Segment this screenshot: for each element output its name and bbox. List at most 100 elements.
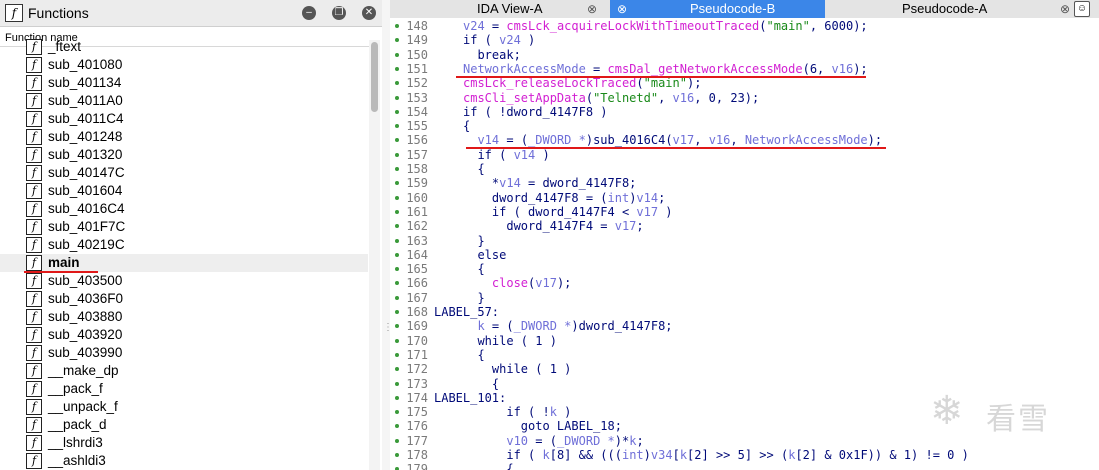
- function-name: sub_401134: [48, 75, 122, 90]
- function-row[interactable]: f sub_40219C: [0, 236, 368, 254]
- tab-overflow-icon[interactable]: ☺: [1074, 1, 1090, 17]
- tab-pseudocode-b[interactable]: Pseudocode-B ⊗: [610, 0, 825, 18]
- code-token: =: [484, 19, 507, 33]
- tab-ida-view-a[interactable]: IDA View-A ⊗: [390, 0, 605, 18]
- function-row[interactable]: f __ashldi3: [0, 452, 368, 470]
- function-name: sub_403880: [48, 309, 123, 324]
- code-token: [2] >> 5] >> (: [687, 448, 789, 462]
- code-token: );: [867, 133, 883, 148]
- function-row[interactable]: f sub_401F7C: [0, 218, 368, 236]
- function-row[interactable]: f __pack_f: [0, 380, 368, 398]
- panel-splitter[interactable]: ⋮: [382, 0, 393, 470]
- function-row[interactable]: f sub_4016C4: [0, 200, 368, 218]
- function-name: sub_4011A0: [48, 93, 123, 108]
- function-row[interactable]: f sub_401320: [0, 146, 368, 164]
- function-name: sub_401320: [48, 147, 123, 162]
- code-text: close(v17);: [463, 276, 572, 291]
- code-token: v16: [831, 61, 854, 76]
- function-row[interactable]: f sub_403880: [0, 308, 368, 326]
- code-token: _DWORD *: [513, 319, 572, 334]
- code-token: ): [658, 204, 673, 219]
- code-token: _DWORD *: [556, 433, 615, 448]
- function-row[interactable]: f sub_4011A0: [0, 92, 368, 110]
- code-token: v10: [506, 433, 529, 448]
- code-text: NetworkAccessMode = cmsDal_getNetworkAcc…: [463, 62, 868, 76]
- function-name: sub_40219C: [48, 237, 125, 252]
- function-row[interactable]: f sub_403920: [0, 326, 368, 344]
- code-token: close: [491, 276, 529, 291]
- tab-pseudocode-a[interactable]: Pseudocode-A ⊗: [830, 0, 1075, 18]
- code-text: while ( 1 ): [463, 362, 571, 376]
- function-name: __ashldi3: [48, 453, 106, 468]
- function-name: sub_401604: [48, 183, 123, 198]
- function-name: sub_401F7C: [48, 219, 126, 234]
- line-number: 148: [406, 19, 428, 33]
- function-row[interactable]: f sub_4011C4: [0, 110, 368, 128]
- code-token: _DWORD *: [528, 133, 586, 148]
- code-text: {: [463, 347, 485, 362]
- function-icon: f: [26, 93, 42, 109]
- function-row[interactable]: f __unpack_f: [0, 398, 368, 416]
- line-number: 173: [406, 376, 428, 391]
- function-name: sub_4036F0: [48, 291, 124, 306]
- function-icon: f: [26, 39, 42, 55]
- code-token: v16: [672, 90, 695, 105]
- line-number: 178: [406, 448, 428, 462]
- code-token: {: [463, 347, 485, 362]
- line-number: 179: [406, 462, 428, 470]
- code-text: while ( 1 ): [463, 334, 556, 348]
- function-row[interactable]: f __pack_d: [0, 416, 368, 434]
- code-token: )dword_4147F8;: [571, 319, 673, 334]
- code-token: ): [535, 147, 550, 162]
- function-row[interactable]: f sub_401134: [0, 74, 368, 92]
- close-icon[interactable]: ✕: [362, 6, 376, 20]
- code-token: dword_4147F4 =: [463, 219, 615, 234]
- code-text: v14 = (_DWORD *)sub_4016C4(v17, v16, Net…: [463, 133, 882, 147]
- function-icon: f: [26, 327, 42, 343]
- function-icon: f: [26, 309, 42, 325]
- code-token: "Telnetd": [593, 90, 659, 105]
- code-token: LABEL_57:: [434, 305, 500, 319]
- tab-close-icon[interactable]: ⊗: [587, 0, 597, 18]
- function-icon: f: [26, 399, 42, 415]
- code-token: }: [463, 290, 485, 305]
- code-token: else: [463, 247, 507, 262]
- watermark-text: 看雪: [986, 403, 1050, 436]
- code-token: if ( dword_4147F4 <: [463, 204, 637, 219]
- code-token: int: [621, 448, 644, 462]
- function-row[interactable]: f sub_403990: [0, 344, 368, 362]
- line-number: 161: [406, 204, 428, 219]
- tab-close-icon[interactable]: ⊗: [617, 0, 627, 18]
- code-token: {: [463, 162, 485, 176]
- code-token: [2] & 0x1F)) & 1) != 0 ): [795, 448, 969, 462]
- function-row[interactable]: f _ftext: [0, 38, 368, 56]
- function-list-scroll-thumb[interactable]: [371, 42, 378, 112]
- code-token: *: [463, 176, 500, 191]
- code-text: {: [463, 377, 499, 391]
- function-row[interactable]: f sub_40147C: [0, 164, 368, 182]
- line-number: 174: [406, 390, 428, 405]
- red-annotation-underline: [466, 147, 886, 150]
- code-text: if ( k[8] && (((int)v34[k[2] >> 5] >> (k…: [463, 448, 969, 462]
- code-text: {: [463, 162, 485, 176]
- code-text: LABEL_101:: [434, 391, 506, 405]
- minimize-icon[interactable]: –: [302, 6, 316, 20]
- code-text: }: [463, 290, 485, 305]
- code-token: k: [542, 448, 550, 462]
- function-name: sub_403990: [48, 345, 123, 360]
- code-token: ): [643, 448, 651, 462]
- function-row[interactable]: f main: [0, 254, 368, 272]
- function-row[interactable]: f sub_401248: [0, 128, 368, 146]
- code-text: break;: [463, 48, 520, 62]
- function-row[interactable]: f sub_401080: [0, 56, 368, 74]
- function-row[interactable]: f __lshrdi3: [0, 434, 368, 452]
- tab-close-icon[interactable]: ⊗: [1060, 0, 1070, 18]
- maximize-icon[interactable]: ❐: [332, 6, 346, 20]
- code-text: if ( v14 ): [463, 147, 550, 162]
- function-row[interactable]: f sub_401604: [0, 182, 368, 200]
- function-row[interactable]: f __make_dp: [0, 362, 368, 380]
- function-row[interactable]: f sub_403500: [0, 272, 368, 290]
- line-number: 166: [406, 276, 428, 291]
- line-number: 157: [406, 147, 428, 162]
- function-row[interactable]: f sub_4036F0: [0, 290, 368, 308]
